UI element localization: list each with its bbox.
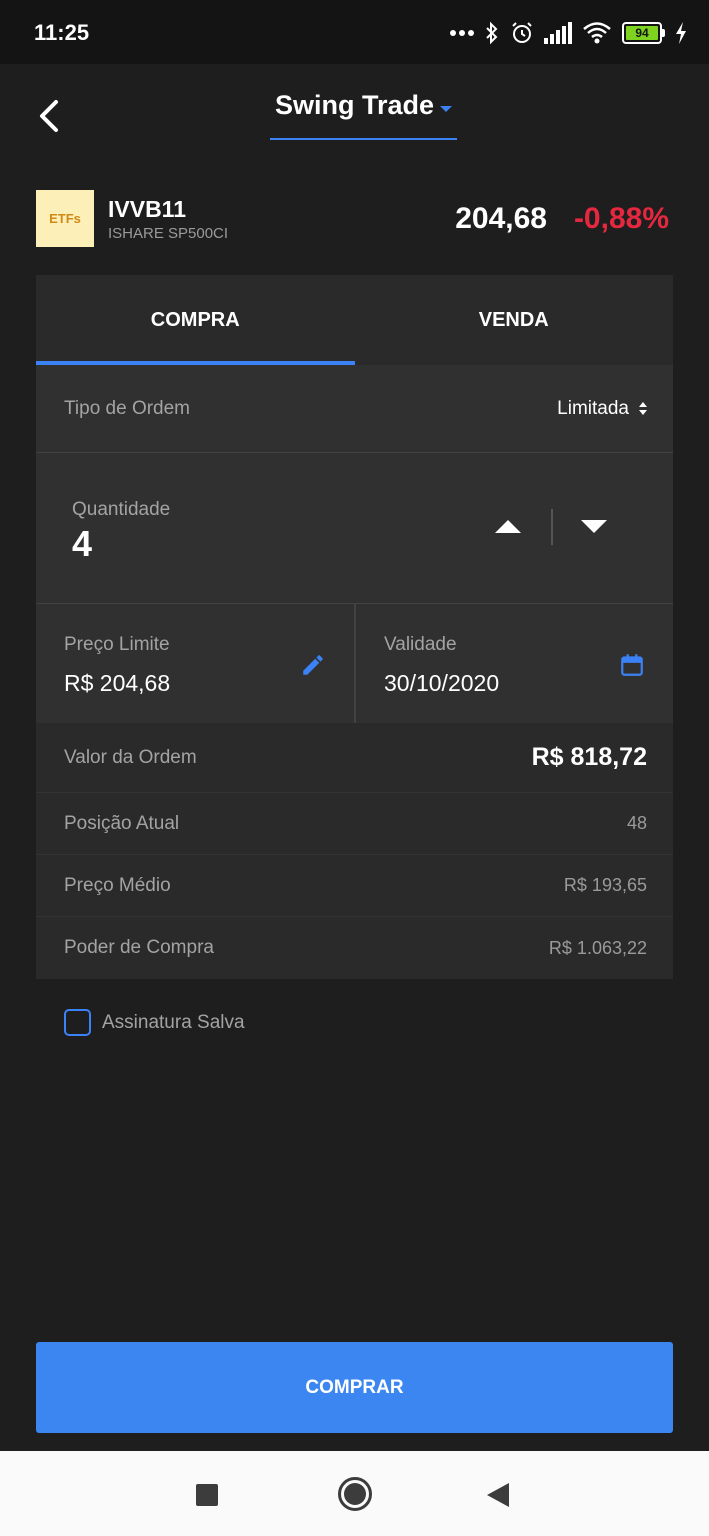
caret-down-icon: [440, 106, 453, 112]
order-value-label: Valor da Ordem: [64, 746, 197, 768]
quantity-increase-button[interactable]: [480, 509, 536, 543]
triangle-down-icon: [581, 519, 607, 533]
top-bar: Swing Trade: [0, 64, 709, 160]
charging-icon: [676, 22, 686, 44]
limit-price-value: R$ 204,68: [64, 670, 171, 696]
saved-signature-checkbox[interactable]: [64, 1009, 91, 1036]
bluetooth-icon: [486, 21, 498, 45]
buying-power-row: Poder de Compra R$ 1.063,22: [36, 917, 673, 979]
current-position-label: Posição Atual: [64, 812, 180, 834]
select-arrows-icon: [639, 402, 647, 415]
order-type-label: Tipo de Ordem: [64, 397, 191, 419]
average-price-label: Preço Médio: [64, 874, 171, 896]
limit-price-field[interactable]: Preço Limite R$ 204,68: [36, 604, 354, 723]
back-button[interactable]: [30, 94, 74, 138]
quantity-divider: [551, 509, 553, 545]
validity-label: Validade: [384, 634, 457, 655]
average-price-row: Preço Médio R$ 193,65: [36, 855, 673, 917]
order-type-row: Tipo de Ordem Limitada: [36, 365, 673, 453]
validity-value: 30/10/2020: [384, 670, 500, 696]
saved-signature-label: Assinatura Salva: [102, 1011, 245, 1033]
status-bar: 11:25 94: [0, 0, 709, 64]
quantity-row: Quantidade 4: [36, 453, 673, 604]
quantity-value[interactable]: 4: [72, 523, 92, 565]
more-dots-icon: [450, 30, 474, 36]
order-value: R$ 818,72: [531, 743, 647, 771]
home-circle-icon[interactable]: [338, 1477, 372, 1511]
order-type-select[interactable]: Limitada: [557, 398, 647, 420]
battery-icon: 94: [622, 22, 665, 44]
buying-power-value: R$ 1.063,22: [548, 937, 647, 958]
quantity-label: Quantidade: [72, 499, 171, 520]
page-title: Swing Trade: [274, 90, 435, 120]
pencil-icon[interactable]: [300, 652, 326, 678]
asset-logo: ETFs: [36, 190, 94, 247]
average-price-value: R$ 193,65: [563, 875, 647, 895]
saved-signature-toggle[interactable]: Assinatura Salva: [64, 1009, 245, 1036]
current-position-row: Posição Atual 48: [36, 793, 673, 855]
limit-price-label: Preço Limite: [64, 634, 170, 655]
buying-power-label: Poder de Compra: [64, 937, 214, 958]
buy-button[interactable]: COMPRAR: [36, 1342, 673, 1433]
tab-venda[interactable]: VENDA: [355, 275, 674, 365]
order-side-tabs: COMPRA VENDA: [36, 275, 673, 365]
tab-compra[interactable]: COMPRA: [36, 275, 355, 365]
signal-icon: [544, 22, 572, 44]
battery-level: 94: [626, 26, 658, 40]
recents-square-icon[interactable]: [196, 1484, 218, 1506]
price-validity-row: Preço Limite R$ 204,68 Validade 30/10/20…: [36, 604, 673, 723]
chevron-left-icon: [40, 100, 58, 132]
validity-field[interactable]: Validade 30/10/2020: [354, 604, 673, 723]
current-position-value: 48: [626, 813, 647, 833]
triangle-up-icon: [495, 519, 521, 533]
status-icons: 94: [450, 18, 687, 48]
status-time: 11:25: [34, 20, 90, 45]
asset-change: -0,88%: [573, 202, 669, 235]
calendar-icon[interactable]: [619, 652, 645, 678]
back-triangle-icon[interactable]: [487, 1483, 509, 1507]
trade-mode-dropdown[interactable]: Swing Trade: [270, 90, 457, 140]
quantity-decrease-button[interactable]: [566, 509, 622, 543]
order-card: COMPRA VENDA Tipo de Ordem Limitada Quan…: [36, 275, 673, 979]
wifi-icon: [583, 22, 611, 44]
asset-ticker: IVVB11: [108, 196, 186, 222]
order-value-row: Valor da Ordem R$ 818,72: [36, 723, 673, 793]
asset-price: 204,68: [455, 202, 547, 235]
order-type-value: Limitada: [557, 397, 629, 419]
asset-name: ISHARE SP500CI: [108, 225, 229, 242]
alarm-icon: [512, 22, 532, 43]
